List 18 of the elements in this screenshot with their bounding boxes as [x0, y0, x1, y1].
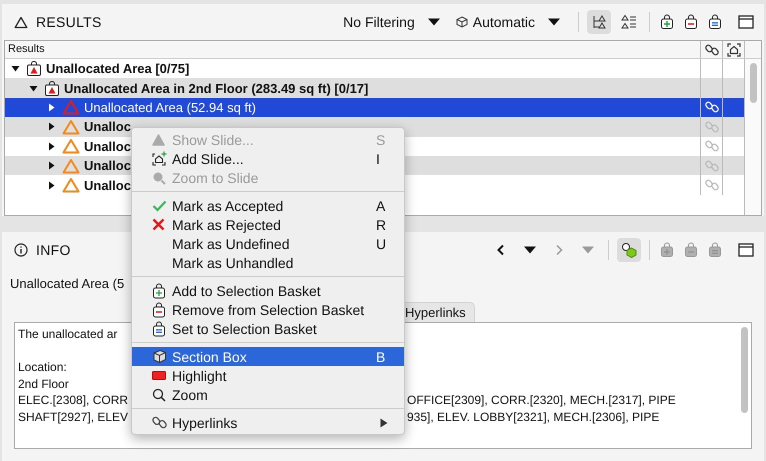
column-header: Results — [7, 42, 46, 57]
description-text: Location: — [18, 360, 67, 376]
element-title: Unallocated Area (5 — [10, 276, 124, 291]
panel-title: RESULTS — [36, 14, 102, 30]
group-label: Unallocated Area [0/75] — [46, 61, 190, 76]
description-text: OFFICE[2309], CORR.[2320], MECH.[2317], PIPE — [407, 393, 676, 409]
item-label: Unalloc — [84, 119, 131, 134]
description-text: The unallocated ar — [18, 327, 118, 343]
description-text: ELEC.[2308], CORR — [18, 393, 128, 409]
panel-title: INFO — [36, 242, 71, 258]
item-label: Unallocated Area (52.94 sq ft) — [84, 100, 256, 115]
group-label: Unallocated Area in 2nd Floor (283.49 sq ft) [0/17] — [64, 80, 368, 96]
description-text: 2nd Floor — [18, 376, 69, 392]
item-label: Unalloc — [84, 158, 131, 174]
description-text: 935], ELEV. LOBBY[2321], MECH.[2306], PIPE — [407, 410, 660, 426]
item-label: Unalloc — [84, 178, 131, 193]
description-text: SHAFT[2927], ELEV — [18, 410, 128, 426]
item-label: Unalloc — [84, 138, 131, 154]
